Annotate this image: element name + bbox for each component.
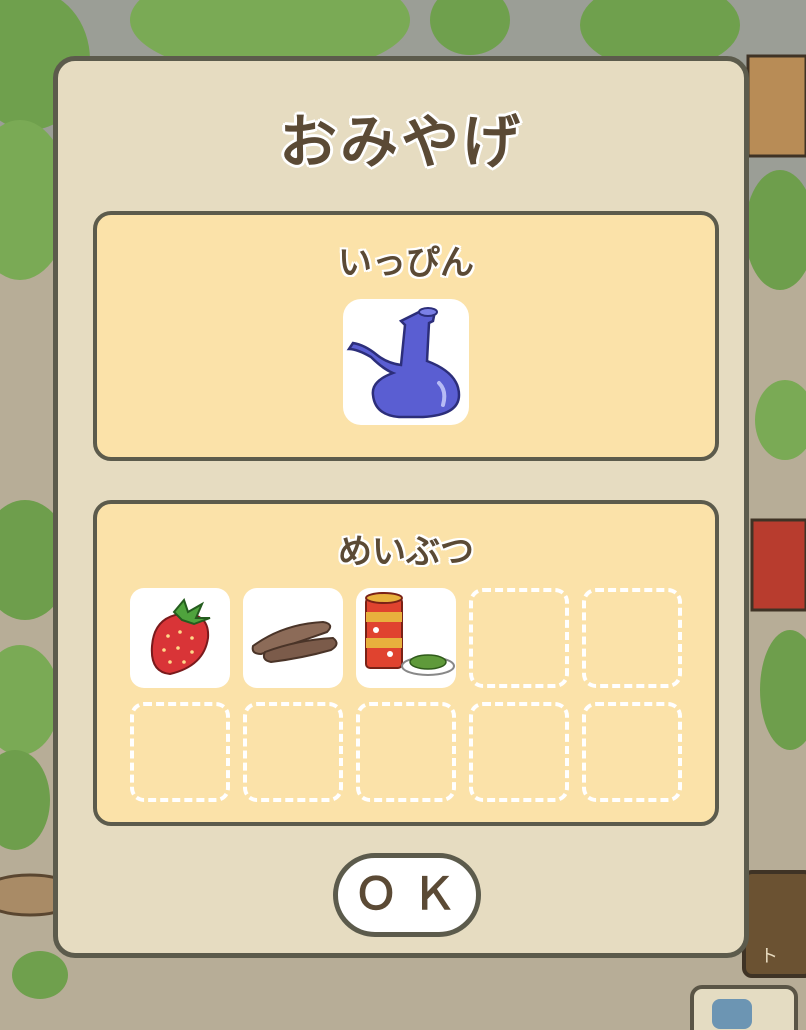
strawberry-icon — [150, 597, 211, 676]
specialty-slot-9 — [469, 702, 569, 802]
bag-icon — [712, 999, 752, 1029]
dried-food-icon — [251, 620, 338, 664]
side-sign-text: ト — [760, 946, 778, 967]
local-specialties-label: めいぶつ — [338, 532, 474, 572]
corner-menu-button[interactable] — [690, 985, 798, 1030]
specialty-slot-2[interactable] — [243, 588, 343, 688]
special-item-label: いっぴん — [338, 243, 474, 283]
dialog-title: おみやげ — [278, 108, 523, 176]
special-item-slot[interactable] — [343, 299, 469, 425]
specialty-slot-7 — [243, 702, 343, 802]
blue-porcelain-pot-icon — [346, 307, 461, 419]
specialty-slot-3[interactable] — [356, 588, 456, 688]
souvenir-dialog: おみやげ いっぴん めいぶつ ＯＫ — [53, 56, 749, 958]
special-item-panel: いっぴん — [93, 211, 719, 461]
specialty-slot-8 — [356, 702, 456, 802]
tea-canister-icon — [365, 592, 455, 676]
side-sign: ト — [742, 870, 806, 978]
specialty-slot-4 — [469, 588, 569, 688]
specialty-slot-10 — [582, 702, 682, 802]
specialty-slot-6 — [130, 702, 230, 802]
local-specialties-panel: めいぶつ — [93, 500, 719, 826]
specialty-slot-1[interactable] — [130, 588, 230, 688]
ok-button[interactable]: ＯＫ — [333, 853, 481, 937]
specialty-slot-5 — [582, 588, 682, 688]
